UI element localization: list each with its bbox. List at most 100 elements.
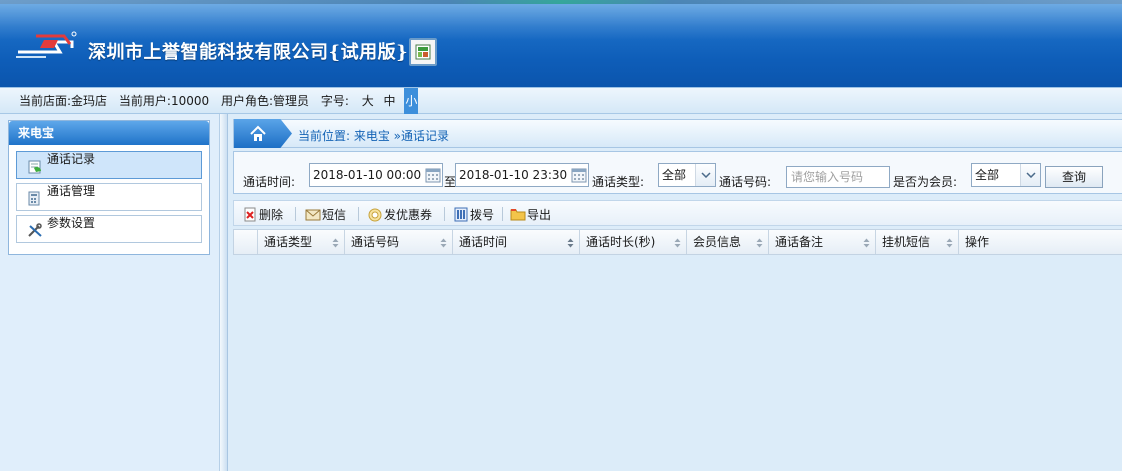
column-member-info[interactable]: 会员信息 <box>687 230 769 254</box>
member-select[interactable]: 全部 <box>971 163 1041 187</box>
user-value: 10000 <box>170 94 210 108</box>
user-info-bar: 当前店面:金玛店 当前用户:10000 用户角色:管理员 字号: 大 中 小 <box>0 87 1122 114</box>
column-label: 会员信息 <box>693 235 742 249</box>
sidebar-item-label: 参数设置 <box>47 216 96 230</box>
sort-icon <box>567 238 574 248</box>
member-value: 全部 <box>975 168 1000 182</box>
phone-number-input[interactable]: 请您输入号码 <box>786 166 890 188</box>
start-date-field[interactable]: 2018-01-10 00:00 <box>309 163 443 187</box>
member-label: 是否为会员: <box>893 175 958 189</box>
font-size-large[interactable]: 大 <box>361 88 375 114</box>
export-button[interactable]: 导出 <box>510 205 551 223</box>
phone-number-label: 通话号码: <box>719 175 772 189</box>
column-label: 挂机短信 <box>882 235 931 249</box>
header-banner: 深圳市上誉智能科技有限公司{试用版} <box>0 0 1122 87</box>
store-label: 当前店面: <box>19 94 72 108</box>
delete-button[interactable]: 删除 <box>242 205 283 223</box>
query-button[interactable]: 查询 <box>1045 166 1103 188</box>
sort-icon <box>440 238 447 248</box>
sidebar-item-label: 通话记录 <box>47 152 96 166</box>
export-label: 导出 <box>527 207 552 222</box>
chevron-down-icon <box>1020 164 1040 186</box>
coupon-icon <box>368 208 382 222</box>
role-value: 管理员 <box>273 94 310 108</box>
sort-icon <box>674 238 681 248</box>
font-size-medium[interactable]: 中 <box>383 88 397 114</box>
folder-icon <box>510 209 526 221</box>
column-call-type[interactable]: 通话类型 <box>258 230 345 254</box>
column-label: 通话时间 <box>459 235 508 249</box>
user-label: 当前用户: <box>118 94 171 108</box>
sidebar: 来电宝 通话记录 通话管理 参数设置 <box>0 114 220 471</box>
tools-icon <box>28 223 42 237</box>
sort-icon <box>946 238 953 248</box>
column-call-duration[interactable]: 通话时长(秒) <box>580 230 687 254</box>
sidebar-item-call-records[interactable]: 通话记录 <box>16 151 202 179</box>
sort-icon <box>332 238 339 248</box>
column-label: 通话时长(秒) <box>586 235 656 249</box>
switch-icon-button[interactable] <box>409 38 437 66</box>
font-size-label: 字号: <box>320 94 349 108</box>
coupon-label: 发优惠券 <box>384 207 433 222</box>
toolbar-divider <box>295 207 296 221</box>
send-coupon-button[interactable]: 发优惠券 <box>367 205 432 223</box>
home-icon <box>250 125 266 141</box>
grid-body <box>233 255 1122 471</box>
column-call-note[interactable]: 通话备注 <box>769 230 876 254</box>
row-number-header <box>234 230 258 254</box>
call-type-value: 全部 <box>662 168 687 182</box>
main-content: 当前位置: 来电宝 »通话记录 通话时间: 2018-01-10 00:00 至… <box>229 114 1122 471</box>
column-hangup-sms[interactable]: 挂机短信 <box>876 230 959 254</box>
dial-button[interactable]: 拨号 <box>453 205 494 223</box>
column-label: 通话备注 <box>775 235 824 249</box>
sidebar-menu: 来电宝 通话记录 通话管理 参数设置 <box>8 120 210 255</box>
calendar-icon[interactable] <box>571 167 587 183</box>
toolbar-divider <box>444 207 445 221</box>
sidebar-item-label: 通话管理 <box>47 184 96 198</box>
toolbar-divider <box>502 207 503 221</box>
column-label: 通话类型 <box>264 235 313 249</box>
call-time-label: 通话时间: <box>243 175 296 189</box>
call-type-label: 通话类型: <box>592 175 645 189</box>
font-size-small[interactable]: 小 <box>404 88 419 114</box>
window-switch-icon <box>415 44 431 60</box>
column-actions: 操作 <box>959 230 1122 254</box>
start-date-value: 2018-01-10 00:00 <box>313 168 422 182</box>
column-label: 操作 <box>965 235 990 249</box>
home-button[interactable] <box>234 119 292 148</box>
sidebar-item-call-management[interactable]: 通话管理 <box>16 183 202 211</box>
sidebar-item-settings[interactable]: 参数设置 <box>16 215 202 243</box>
phone-manage-icon <box>28 191 40 206</box>
delete-icon <box>244 207 256 222</box>
company-title: 深圳市上誉智能科技有限公司{试用版} <box>88 42 409 63</box>
sort-icon <box>863 238 870 248</box>
sms-button[interactable]: 短信 <box>305 205 346 223</box>
dialpad-icon <box>454 207 468 222</box>
column-call-time[interactable]: 通话时间 <box>453 230 580 254</box>
envelope-icon <box>305 209 321 221</box>
company-logo <box>14 30 80 62</box>
splitter[interactable] <box>220 114 228 471</box>
action-toolbar: 删除 短信 发优惠券 拨号 导出 <box>233 200 1122 226</box>
banner-gloss <box>0 4 1122 40</box>
grid-header: 通话类型 通话号码 通话时间 通话时长(秒) 会员信息 通话备注 挂机短信 操作 <box>233 229 1122 255</box>
sidebar-title: 来电宝 <box>9 121 209 145</box>
breadcrumb: 当前位置: 来电宝 »通话记录 <box>233 119 1122 148</box>
call-type-select[interactable]: 全部 <box>658 163 716 187</box>
calendar-icon[interactable] <box>425 167 441 183</box>
breadcrumb-text: 当前位置: 来电宝 »通话记录 <box>298 129 450 143</box>
chevron-down-icon <box>695 164 715 186</box>
store-value: 金玛店 <box>71 94 108 108</box>
end-date-value: 2018-01-10 23:30 <box>459 168 568 182</box>
role-label: 用户角色: <box>220 94 273 108</box>
end-date-field[interactable]: 2018-01-10 23:30 <box>455 163 589 187</box>
sms-label: 短信 <box>322 207 347 222</box>
toolbar-divider <box>358 207 359 221</box>
delete-label: 删除 <box>259 207 284 222</box>
phone-record-icon <box>28 160 41 174</box>
sort-icon <box>756 238 763 248</box>
search-panel: 通话时间: 2018-01-10 00:00 至 2018-01-10 23:3… <box>233 151 1122 194</box>
dial-label: 拨号 <box>470 207 495 222</box>
column-label: 通话号码 <box>351 235 400 249</box>
column-phone-number[interactable]: 通话号码 <box>345 230 453 254</box>
